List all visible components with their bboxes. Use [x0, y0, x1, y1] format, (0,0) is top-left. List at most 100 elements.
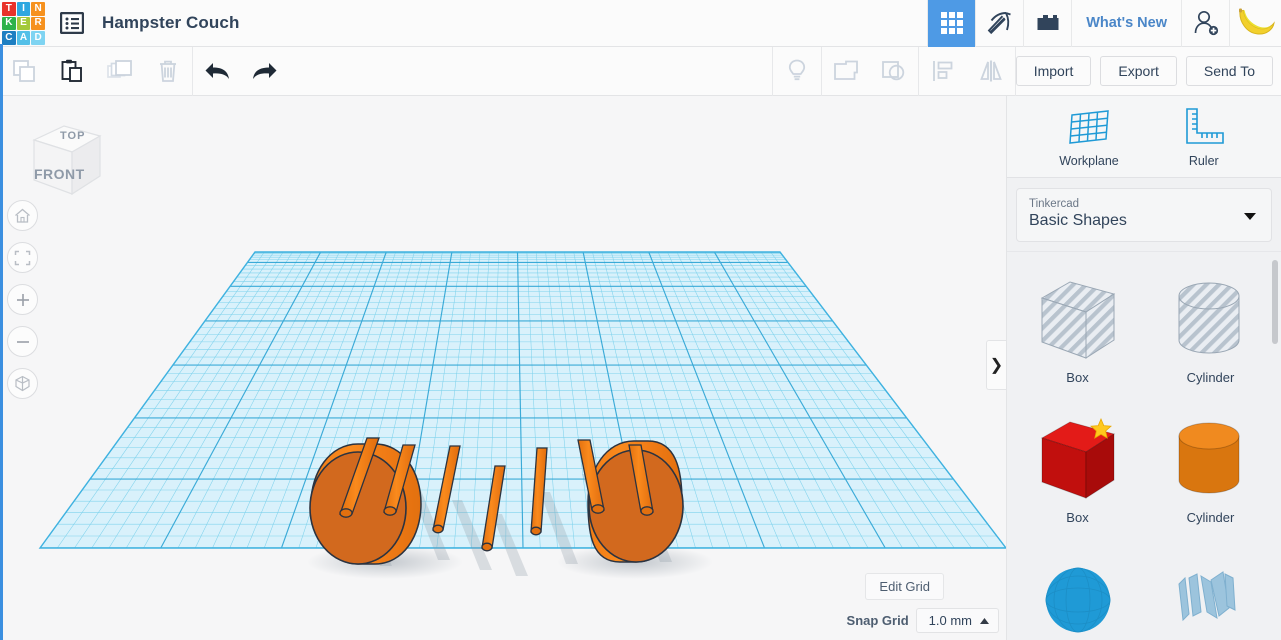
workplane-tool[interactable]: Workplane	[1059, 105, 1119, 168]
snap-grid-select[interactable]: 1.0 mm	[915, 608, 999, 633]
workplane-icon	[1069, 110, 1109, 144]
edit-toolbar: Import Export Send To	[0, 46, 1281, 96]
page-title: Hampster Couch	[102, 13, 240, 32]
ruler-tool-label: Ruler	[1188, 154, 1219, 168]
projection-toggle-button[interactable]	[7, 368, 38, 399]
ruler-tool[interactable]: Ruler	[1179, 105, 1229, 168]
tinkercad-app: TINKERCAD Hampster Couch What's New Impo…	[0, 0, 1281, 640]
grid-glyph	[940, 12, 963, 34]
duplicate-icon[interactable]	[96, 47, 144, 96]
shapes-scrollbar[interactable]	[1272, 260, 1278, 344]
person-add-glyph	[1194, 10, 1218, 36]
shape-cylinder-solid-label: Cylinder	[1186, 510, 1235, 525]
library-owner-label: Tinkercad	[1029, 198, 1080, 210]
favorite-star-icon[interactable]	[1089, 417, 1112, 445]
snap-grid-control: Snap Grid 1.0 mm	[847, 608, 999, 633]
paste-glyph	[61, 59, 82, 82]
logo-cell-e: E	[16, 16, 31, 31]
box-hole-art	[1040, 281, 1115, 359]
whats-new-link[interactable]: What's New	[1071, 0, 1181, 47]
ungroup-icon[interactable]	[870, 47, 918, 96]
send-to-button[interactable]: Send To	[1185, 56, 1273, 86]
shape-scribble-thumbnail	[1163, 552, 1259, 640]
shape-box-hole-thumbnail	[1030, 272, 1126, 368]
pickaxe-glyph	[987, 12, 1011, 35]
clipboard-tool-group	[0, 47, 192, 96]
logo-cell-n: N	[31, 2, 45, 16]
shapes-grid: Box Cylinder Box Cylinder	[1007, 252, 1281, 640]
view-cube[interactable]: TOP FRONT	[26, 118, 106, 200]
perspective-box-icon	[15, 375, 30, 392]
duplicate-glyph	[107, 60, 132, 78]
logo-cell-k: K	[2, 16, 16, 31]
lightbulb-glyph	[788, 59, 805, 81]
panel-collapse-handle[interactable]: ❯	[986, 340, 1006, 390]
3d-canvas[interactable]: TOP FRONT Edit Grid Snap Grid 1.0 mm ❯	[0, 96, 1006, 640]
undo-icon[interactable]	[193, 47, 241, 96]
logo-cell-t: T	[2, 2, 16, 16]
chevron-down-icon	[1244, 213, 1256, 220]
logo-cell-i: I	[16, 2, 31, 16]
home-icon	[15, 208, 30, 223]
shape-cylinder-solid[interactable]: Cylinder	[1144, 400, 1277, 540]
designs-grid-icon[interactable]	[927, 0, 976, 47]
file-action-group: Import Export Send To	[1015, 56, 1281, 86]
arrange-tool-group	[919, 47, 1015, 96]
undo-glyph	[205, 63, 229, 79]
list-menu-icon[interactable]	[58, 10, 86, 36]
sphere-solid-blue-art	[1045, 567, 1110, 633]
edit-grid-button[interactable]: Edit Grid	[865, 573, 944, 600]
plus-icon	[16, 293, 29, 306]
redo-icon[interactable]	[241, 47, 289, 96]
lightbulb-icon[interactable]	[773, 47, 821, 96]
person-add-icon[interactable]	[1181, 0, 1229, 47]
fit-to-view-icon	[14, 250, 31, 265]
logo-cell-a: A	[16, 31, 31, 45]
grouping-tool-group	[822, 47, 918, 96]
fit-view-button[interactable]	[7, 242, 38, 273]
import-button[interactable]: Import	[1015, 56, 1092, 86]
copy-glyph	[13, 60, 35, 82]
chevron-up-icon	[980, 617, 989, 624]
list-menu-glyph	[60, 12, 84, 34]
app-header: TINKERCAD Hampster Couch What's New	[0, 0, 1281, 47]
group-icon[interactable]	[822, 47, 870, 96]
minus-icon	[16, 340, 29, 343]
brick-glyph	[1037, 15, 1059, 30]
panel-tools-row: Workplane Ruler	[1007, 96, 1281, 178]
paste-icon[interactable]	[48, 47, 96, 96]
scribble-solid-lightblue-art	[1177, 571, 1236, 622]
workplane-scene	[38, 251, 1006, 579]
shape-box-hole[interactable]: Box	[1011, 260, 1144, 400]
group-glyph	[833, 60, 858, 80]
zoom-out-button[interactable]	[7, 326, 38, 357]
zoom-in-button[interactable]	[7, 284, 38, 315]
shape-scribble[interactable]	[1144, 540, 1277, 640]
navigation-buttons	[7, 200, 38, 410]
lego-brick-icon[interactable]	[1023, 0, 1071, 47]
shape-box-solid[interactable]: Box	[1011, 400, 1144, 540]
shape-library-select[interactable]: Tinkercad Basic Shapes	[1016, 188, 1272, 242]
left-edge-accent	[0, 44, 3, 640]
align-icon[interactable]	[919, 47, 967, 96]
shape-sphere-solid[interactable]	[1011, 540, 1144, 640]
shape-cylinder-hole[interactable]: Cylinder	[1144, 260, 1277, 400]
header-right-group: What's New	[927, 0, 1281, 47]
ruler-icon	[1185, 108, 1224, 144]
avatar[interactable]	[1229, 0, 1281, 47]
export-button[interactable]: Export	[1100, 56, 1177, 86]
library-select-wrap: Tinkercad Basic Shapes	[1007, 178, 1281, 251]
home-view-button[interactable]	[7, 200, 38, 231]
copy-icon[interactable]	[0, 47, 48, 96]
tinkercad-logo[interactable]: TIN KER CAD	[1, 1, 45, 45]
delete-icon[interactable]	[144, 47, 192, 96]
logo-cell-c: C	[2, 31, 16, 45]
shape-box-solid-thumbnail	[1030, 412, 1126, 508]
banana-avatar-glyph	[1238, 8, 1275, 35]
minecraft-pickaxe-icon[interactable]	[975, 0, 1023, 47]
mirror-icon[interactable]	[967, 47, 1015, 96]
library-value: Basic Shapes	[1029, 212, 1127, 229]
snap-grid-value: 1.0 mm	[928, 613, 972, 628]
shapes-scroll-area[interactable]: Box Cylinder Box Cylinder	[1007, 251, 1281, 640]
mirror-glyph	[979, 60, 1002, 82]
